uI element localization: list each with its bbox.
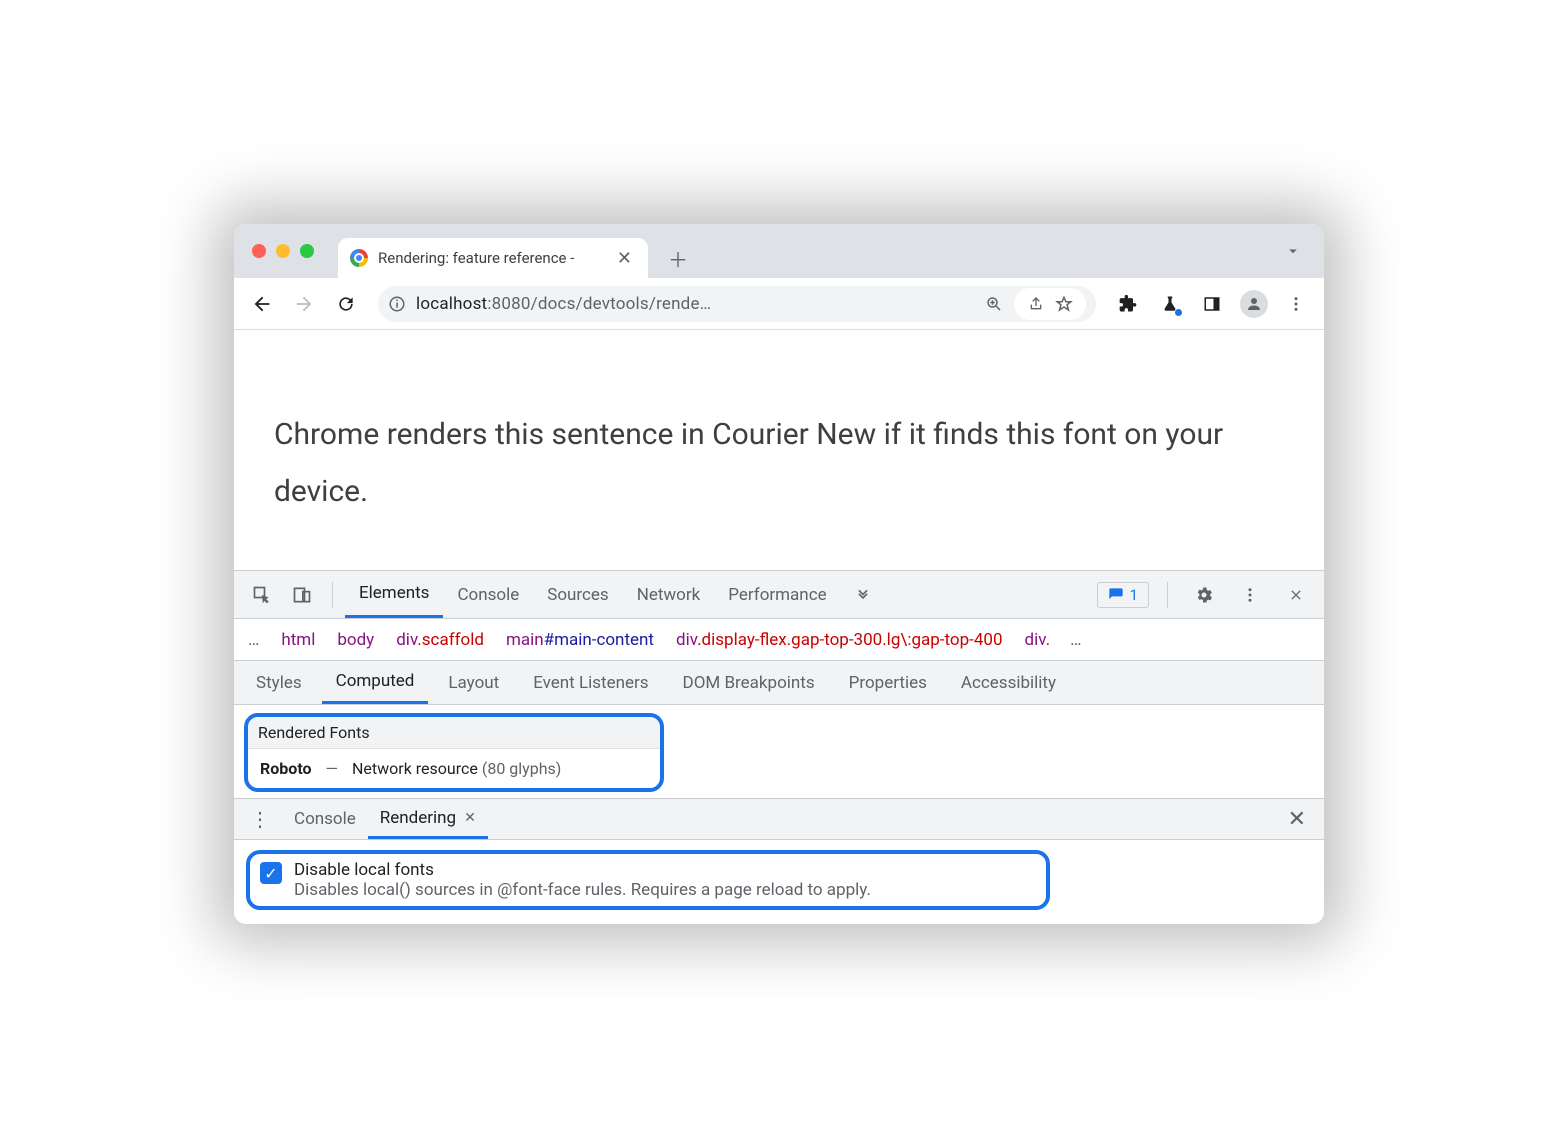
close-window-icon[interactable]	[252, 244, 266, 258]
breadcrumb-item[interactable]: div.scaffold	[396, 630, 484, 650]
devtools-main-tabs: ElementsConsoleSourcesNetworkPerformance…	[234, 571, 1324, 619]
reload-button[interactable]	[328, 286, 364, 322]
sidebar-tab-layout[interactable]: Layout	[434, 661, 513, 704]
settings-gear-icon[interactable]	[1186, 577, 1222, 613]
url-host: localhost	[416, 294, 487, 314]
devtools-tab-elements[interactable]: Elements	[345, 571, 443, 618]
disable-local-fonts-desc: Disables local() sources in @font-face r…	[294, 880, 871, 900]
breadcrumb-ellipsis-right[interactable]: …	[1070, 630, 1083, 650]
new-tab-button[interactable]: ＋	[662, 242, 694, 274]
issues-count: 1	[1130, 586, 1138, 604]
font-family-name: Roboto	[260, 759, 312, 778]
sidebar-tab-computed[interactable]: Computed	[322, 661, 429, 704]
devtools-tab-performance[interactable]: Performance	[714, 571, 840, 618]
glyph-count: (80 glyphs)	[482, 759, 562, 778]
devtools-panel: ElementsConsoleSourcesNetworkPerformance…	[234, 570, 1324, 924]
zoom-icon[interactable]	[976, 286, 1012, 322]
rendered-fonts-heading: Rendered Fonts	[248, 717, 660, 749]
toolbar: localhost:8080/docs/devtools/rende…	[234, 278, 1324, 330]
devtools-menu-icon[interactable]	[1232, 577, 1268, 613]
breadcrumb-item[interactable]: body	[337, 630, 374, 650]
rendering-drawer-panel: ✓ Disable local fonts Disables local() s…	[234, 840, 1324, 924]
close-tab-icon[interactable]: ✕	[613, 248, 636, 269]
sidebar-tab-accessibility[interactable]: Accessibility	[947, 661, 1070, 704]
site-info-icon[interactable]	[388, 295, 406, 313]
separator	[1167, 582, 1168, 608]
tab-search-icon[interactable]	[1284, 242, 1302, 260]
side-panel-icon[interactable]	[1194, 286, 1230, 322]
drawer-tab-rendering[interactable]: Rendering✕	[368, 799, 488, 839]
drawer-tabs: ⋮ ConsoleRendering✕ ✕	[234, 798, 1324, 840]
window-controls	[246, 224, 338, 278]
chrome-menu-icon[interactable]	[1278, 286, 1314, 322]
disable-local-fonts-checkbox[interactable]: ✓	[260, 862, 282, 884]
browser-window: Rendering: feature reference - ✕ ＋ local…	[234, 224, 1324, 924]
share-icon[interactable]	[1024, 292, 1048, 316]
breadcrumb-item[interactable]: main#main-content	[506, 630, 654, 650]
share-star-group	[1014, 288, 1086, 320]
chrome-favicon-icon	[350, 249, 368, 267]
device-toolbar-icon[interactable]	[284, 577, 320, 613]
sidebar-tab-properties[interactable]: Properties	[835, 661, 941, 704]
dom-breadcrumb[interactable]: … html body div.scaffold main#main-content d…	[234, 619, 1324, 661]
minimize-window-icon[interactable]	[276, 244, 290, 258]
breadcrumb-ellipsis[interactable]: …	[248, 630, 261, 650]
avatar-icon	[1240, 290, 1268, 318]
issues-badge[interactable]: 1	[1097, 582, 1149, 608]
rendered-fonts-section: Rendered Fonts Roboto — Network resource…	[244, 713, 664, 792]
devtools-tab-network[interactable]: Network	[623, 571, 715, 618]
extensions-icon[interactable]	[1110, 286, 1146, 322]
browser-tab[interactable]: Rendering: feature reference - ✕	[338, 238, 648, 278]
drawer-tab-console[interactable]: Console	[282, 799, 368, 839]
breadcrumb-item[interactable]: div.	[1025, 630, 1051, 650]
sidebar-tab-styles[interactable]: Styles	[242, 661, 316, 704]
disable-local-fonts-option: ✓ Disable local fonts Disables local() s…	[246, 850, 1050, 910]
more-tabs-icon[interactable]	[845, 577, 881, 613]
forward-button[interactable]	[286, 286, 322, 322]
close-drawer-icon[interactable]: ✕	[1278, 807, 1316, 832]
sample-sentence: Chrome renders this sentence in Courier …	[274, 406, 1254, 520]
page-content: Chrome renders this sentence in Courier …	[234, 330, 1324, 570]
address-bar[interactable]: localhost:8080/docs/devtools/rende…	[378, 286, 1096, 322]
breadcrumb-item[interactable]: html	[281, 630, 315, 650]
back-button[interactable]	[244, 286, 280, 322]
bookmark-star-icon[interactable]	[1052, 292, 1076, 316]
breadcrumb-item[interactable]: div.display-flex.gap-top-300.lg\:gap-top…	[676, 630, 1003, 650]
inspect-icon[interactable]	[244, 577, 280, 613]
tab-title: Rendering: feature reference -	[378, 249, 603, 267]
labs-icon[interactable]	[1152, 286, 1188, 322]
profile-avatar[interactable]	[1236, 286, 1272, 322]
close-drawer-tab-icon[interactable]: ✕	[464, 810, 476, 826]
tab-strip: Rendering: feature reference - ✕ ＋	[234, 224, 1324, 278]
drawer-more-icon[interactable]: ⋮	[242, 807, 278, 831]
close-devtools-icon[interactable]	[1278, 577, 1314, 613]
devtools-tab-sources[interactable]: Sources	[533, 571, 622, 618]
maximize-window-icon[interactable]	[300, 244, 314, 258]
disable-local-fonts-title: Disable local fonts	[294, 860, 871, 880]
sidebar-tab-dom-breakpoints[interactable]: DOM Breakpoints	[669, 661, 829, 704]
sidebar-tab-event-listeners[interactable]: Event Listeners	[519, 661, 662, 704]
separator	[332, 582, 333, 608]
devtools-tab-console[interactable]: Console	[443, 571, 533, 618]
url-text: localhost:8080/docs/devtools/rende…	[416, 294, 966, 314]
rendered-font-row: Roboto — Network resource (80 glyphs)	[248, 749, 660, 788]
styles-sidebar-tabs: StylesComputedLayoutEvent ListenersDOM B…	[234, 661, 1324, 705]
font-source: Network resource	[352, 759, 478, 778]
url-path: :8080/docs/devtools/rende…	[487, 294, 711, 314]
